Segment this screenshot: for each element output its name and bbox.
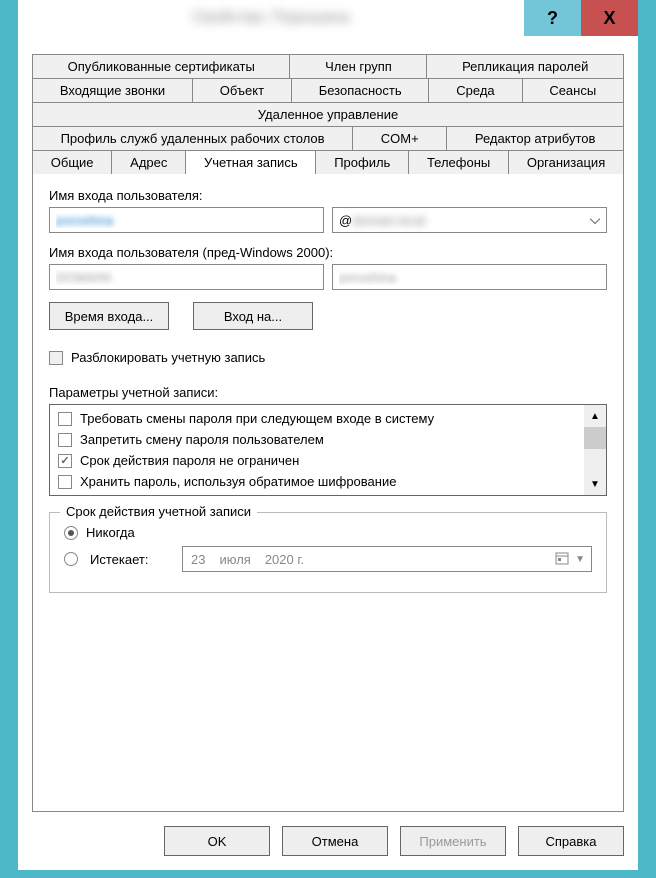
tab-telephones[interactable]: Телефоны <box>409 150 509 174</box>
account-options-list: Требовать смены пароля при следующем вхо… <box>49 404 607 496</box>
scroll-thumb[interactable] <box>584 427 606 449</box>
sam-label: Имя входа пользователя (пред-Windows 200… <box>49 245 607 260</box>
titlebar: Свойства: Порошина ? X <box>18 0 638 36</box>
expiry-never-label: Никогда <box>86 525 135 540</box>
upn-label: Имя входа пользователя: <box>49 188 607 203</box>
chevron-down-icon <box>590 213 600 228</box>
properties-dialog: Свойства: Порошина ? X Опубликованные се… <box>18 0 638 870</box>
close-button[interactable]: X <box>581 0 638 36</box>
expiry-month: июля <box>219 552 250 567</box>
help-button[interactable]: Справка <box>518 826 624 856</box>
tab-remote-control[interactable]: Удаленное управление <box>32 102 624 126</box>
sam-domain-input[interactable] <box>49 264 324 290</box>
dialog-body: Опубликованные сертификаты Член групп Ре… <box>18 36 638 870</box>
tab-content-account: Имя входа пользователя: @ domain.local И… <box>32 173 624 812</box>
tab-member-of[interactable]: Член групп <box>290 54 427 78</box>
tabstrip: Опубликованные сертификаты Член групп Ре… <box>32 54 624 174</box>
expiry-date-label: Истекает: <box>90 552 170 567</box>
cancel-button[interactable]: Отмена <box>282 826 388 856</box>
account-option: Требовать смены пароля при следующем вхо… <box>58 411 576 426</box>
upn-suffix-prefix: @ <box>339 213 352 228</box>
upn-suffix-value: domain.local <box>352 213 425 228</box>
account-option-label: Запретить смену пароля пользователем <box>80 432 324 447</box>
account-option-checkbox[interactable] <box>58 475 72 489</box>
unlock-account-checkbox[interactable] <box>49 351 63 365</box>
account-expiry-legend: Срок действия учетной записи <box>60 504 257 519</box>
tab-dialin[interactable]: Входящие звонки <box>32 78 193 102</box>
account-option: Запретить смену пароля пользователем <box>58 432 576 447</box>
account-option-label: Требовать смены пароля при следующем вхо… <box>80 411 434 426</box>
log-on-to-button[interactable]: Вход на... <box>193 302 313 330</box>
tab-account[interactable]: Учетная запись <box>186 150 316 174</box>
window-title: Свойства: Порошина <box>18 0 524 36</box>
logon-hours-button[interactable]: Время входа... <box>49 302 169 330</box>
tab-sessions[interactable]: Сеансы <box>523 78 625 102</box>
expiry-year: 2020 г. <box>265 552 304 567</box>
account-option-checkbox[interactable] <box>58 454 72 468</box>
expiry-date-radio[interactable] <box>64 552 78 566</box>
sam-user-input[interactable] <box>332 264 607 290</box>
upn-input[interactable] <box>49 207 324 233</box>
calendar-icon <box>555 551 569 568</box>
tab-complus[interactable]: COM+ <box>353 126 447 150</box>
apply-button[interactable]: Применить <box>400 826 506 856</box>
account-option: Срок действия пароля не ограничен <box>58 453 576 468</box>
tab-general[interactable]: Общие <box>32 150 112 174</box>
tab-address[interactable]: Адрес <box>112 150 186 174</box>
scroll-up-icon[interactable]: ▲ <box>584 405 606 427</box>
tab-profile[interactable]: Профиль <box>316 150 409 174</box>
tab-organization[interactable]: Организация <box>509 150 624 174</box>
upn-suffix-dropdown[interactable]: @ domain.local <box>332 207 607 233</box>
account-option-checkbox[interactable] <box>58 433 72 447</box>
tab-environment[interactable]: Среда <box>429 78 522 102</box>
help-button[interactable]: ? <box>524 0 581 36</box>
tab-attribute-editor[interactable]: Редактор атрибутов <box>447 126 624 150</box>
account-option-checkbox[interactable] <box>58 412 72 426</box>
tab-object[interactable]: Объект <box>193 78 292 102</box>
chevron-down-icon: ▼ <box>575 554 585 565</box>
tab-security[interactable]: Безопасность <box>292 78 430 102</box>
account-option-label: Срок действия пароля не ограничен <box>80 453 299 468</box>
account-option-label: Хранить пароль, используя обратимое шифр… <box>80 474 396 489</box>
ok-button[interactable]: OK <box>164 826 270 856</box>
account-expiry-group: Срок действия учетной записи Никогда Ист… <box>49 512 607 593</box>
expiry-day: 23 <box>191 552 205 567</box>
scroll-down-icon[interactable]: ▼ <box>584 473 606 495</box>
tab-rds-profile[interactable]: Профиль служб удаленных рабочих столов <box>32 126 353 150</box>
expiry-never-radio[interactable] <box>64 526 78 540</box>
expiry-date-picker[interactable]: 23 июля 2020 г. ▼ <box>182 546 592 572</box>
unlock-account-label: Разблокировать учетную запись <box>71 350 265 365</box>
scrollbar[interactable]: ▲ ▼ <box>584 405 606 495</box>
tab-published-certs[interactable]: Опубликованные сертификаты <box>32 54 290 78</box>
account-option: Хранить пароль, используя обратимое шифр… <box>58 474 576 489</box>
dialog-buttons: OK Отмена Применить Справка <box>32 812 624 856</box>
account-options-label: Параметры учетной записи: <box>49 385 607 400</box>
tab-password-replication[interactable]: Репликация паролей <box>427 54 624 78</box>
